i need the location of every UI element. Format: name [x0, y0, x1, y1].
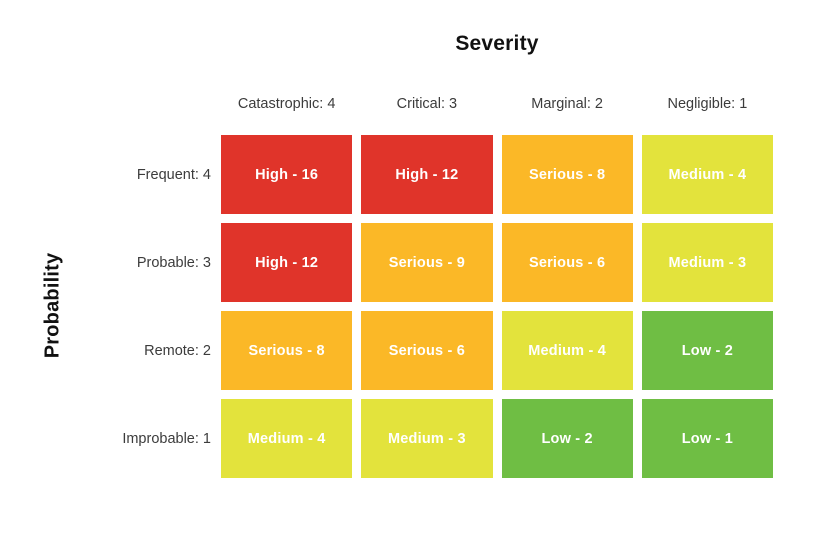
column-header-marginal: Marginal: 2 — [531, 96, 603, 112]
matrix-cell: Medium - 4 — [641, 135, 773, 214]
row-label-frequent: Frequent: 4 — [136, 166, 211, 183]
matrix-cell: Serious - 9 — [361, 223, 493, 302]
matrix-cell: Low - 2 — [501, 399, 633, 478]
column-header-negligible: Negligible: 1 — [667, 96, 748, 112]
matrix-cell: High - 16 — [221, 135, 353, 214]
matrix-cell: Medium - 4 — [501, 311, 633, 390]
matrix-cell: Medium - 4 — [221, 399, 353, 478]
matrix-cell: Medium - 3 — [641, 223, 773, 302]
matrix-cell: Low - 1 — [641, 399, 773, 478]
column-header-catastrophic: Catastrophic: 4 — [237, 96, 336, 112]
column-header-row: Catastrophic: 4 Critical: 3 Marginal: 2 … — [221, 93, 773, 115]
matrix-cell: Serious - 6 — [501, 223, 633, 302]
matrix-cell: Low - 2 — [641, 311, 773, 390]
matrix-cell: High - 12 — [361, 135, 493, 214]
row-label-probable: Probable: 3 — [136, 254, 211, 271]
column-header-critical: Critical: 3 — [396, 96, 458, 112]
row-label-remote: Remote: 2 — [144, 342, 211, 359]
row-label-column: Frequent: 4 Probable: 3 Remote: 2 Improb… — [60, 135, 211, 478]
severity-axis-title: Severity — [455, 32, 539, 55]
row-label-improbable: Improbable: 1 — [122, 430, 211, 447]
matrix-cell: Medium - 3 — [361, 399, 493, 478]
matrix-cell: Serious - 8 — [221, 311, 353, 390]
matrix-cell: Serious - 6 — [361, 311, 493, 390]
matrix-cell: High - 12 — [221, 223, 353, 302]
risk-matrix-grid: High - 16 High - 12 Serious - 8 Medium -… — [221, 135, 773, 478]
matrix-cell: Serious - 8 — [501, 135, 633, 214]
